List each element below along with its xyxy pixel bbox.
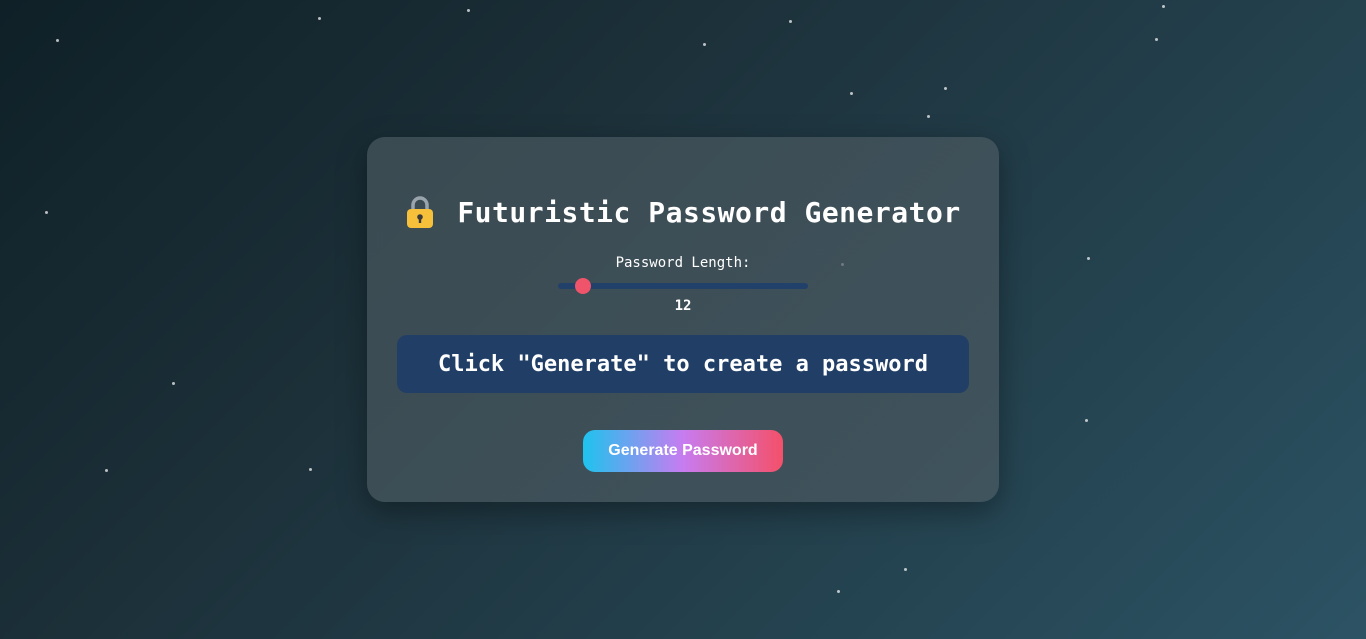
star [56,39,59,42]
password-length-label: Password Length: [615,255,751,271]
star [309,468,312,471]
star [944,87,947,90]
star [850,92,853,95]
star [1087,257,1090,260]
password-length-slider[interactable] [558,278,808,294]
title-row: Futuristic Password Generator [367,195,999,229]
star [789,20,792,23]
star [1162,5,1165,8]
star [703,43,706,46]
slider-thumb[interactable] [575,278,591,294]
star [1155,38,1158,41]
star [45,211,48,214]
star [927,115,930,118]
star [172,382,175,385]
password-output: Click "Generate" to create a password [397,335,969,393]
star [467,9,470,12]
generate-password-button[interactable]: Generate Password [583,430,783,472]
star [904,568,907,571]
lock-icon [407,196,434,228]
page-title: Futuristic Password Generator [457,195,961,229]
generator-card: Futuristic Password Generator Password L… [367,137,999,502]
star [105,469,108,472]
star [1085,419,1088,422]
star [318,17,321,20]
star [837,590,840,593]
password-length-value: 12 [674,298,692,314]
